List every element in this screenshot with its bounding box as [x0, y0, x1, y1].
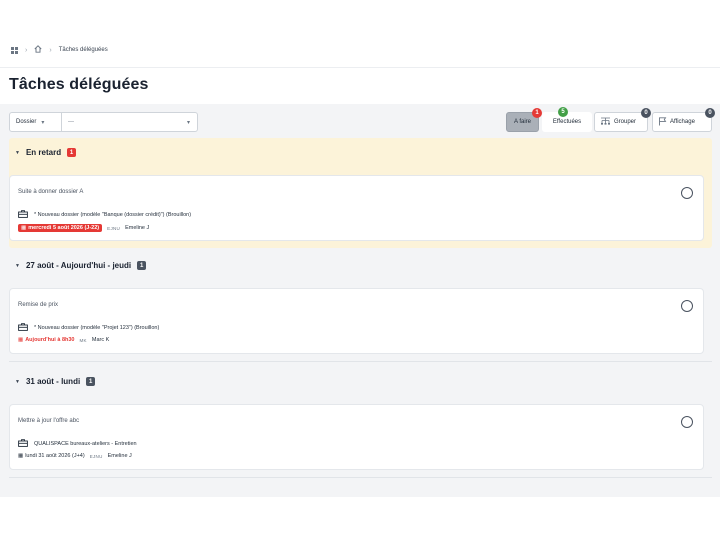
assignee-name: Emeline J [125, 225, 150, 231]
task-dossier-name[interactable]: QUALISPACE bureaux-ateliers - Entretien [34, 441, 137, 447]
complete-task-checkbox[interactable] [681, 187, 693, 199]
briefcase-icon [18, 439, 28, 449]
dossier-filter-value: --- [68, 119, 74, 125]
task-card[interactable]: Mettre à jour l'offre abc QUALISPACE bur… [9, 404, 704, 470]
task-meta: ▦ Aujourd'hui à 8h30 MK Marc K [18, 337, 109, 343]
task-meta: ▦ lundi 31 août 2026 (J+4) EJNU Emeline … [18, 453, 132, 459]
dossier-filter-select[interactable]: --- ▾ [62, 112, 198, 132]
task-dossier-name[interactable]: * Nouveau dossier (modèle "Projet 123") … [34, 325, 159, 331]
assignee-name: Marc K [91, 337, 110, 343]
chevron-down-icon: ▾ [41, 119, 45, 126]
task-due-date-text: Aujourd'hui à 8h30 [25, 337, 75, 343]
divider [9, 361, 712, 362]
group-count-badge: 1 [86, 377, 96, 386]
page-title: Tâches déléguées [9, 76, 149, 93]
complete-task-checkbox[interactable] [681, 416, 693, 428]
task-due-date: ▦ lundi 31 août 2026 (J+4) [18, 453, 85, 459]
affichage-button[interactable]: Affichage 0 [652, 108, 715, 132]
chevron-down-icon: ▼ [15, 378, 20, 385]
chevron-right-icon: › [49, 46, 52, 54]
group-title: 27 août - Aujourd'hui - jeudi [25, 261, 132, 270]
a-faire-count-badge: 1 [532, 108, 542, 118]
task-title: Suite à donner dossier A [18, 189, 84, 195]
home-icon[interactable] [34, 45, 42, 55]
briefcase-icon [18, 210, 28, 220]
apps-grid-icon[interactable] [11, 46, 18, 54]
assignee-initials: MK [79, 337, 87, 343]
group-header-en-retard[interactable]: ▼ En retard 1 [15, 148, 77, 157]
task-title: Mettre à jour l'offre abc [18, 418, 80, 424]
chevron-down-icon: ▾ [186, 120, 190, 126]
task-dossier: * Nouveau dossier (modèle "Banque (dossi… [18, 210, 191, 220]
tab-effectuees-label: Effectuées [552, 119, 582, 125]
dossier-select-label: Dossier [16, 119, 37, 125]
grouper-count-badge: 0 [641, 108, 651, 118]
toolbar: Dossier ▾ --- ▾ A faire 1 Effectuées 5 G… [9, 107, 715, 132]
flag-icon [658, 116, 667, 128]
calendar-icon: ▦ [21, 225, 27, 231]
affichage-label: Affichage [670, 119, 695, 125]
group-count-badge: 1 [137, 261, 147, 270]
effectuees-count-badge: 5 [558, 107, 568, 117]
task-dossier: QUALISPACE bureaux-ateliers - Entretien [18, 439, 137, 449]
group-header-31-aout[interactable]: ▼ 31 août - lundi 1 [15, 377, 96, 386]
task-due-date: ▦ Aujourd'hui à 8h30 [18, 337, 75, 343]
task-due-date: ▦ mercredi 5 août 2026 (J-22) [18, 224, 103, 232]
tab-effectuees[interactable]: Effectuées 5 [542, 107, 592, 132]
calendar-icon: ▦ [18, 337, 24, 343]
task-card[interactable]: Remise de prix * Nouveau dossier (modèle… [9, 288, 704, 354]
group-title: En retard [25, 148, 62, 157]
top-bar: › › Tâches déléguées [0, 0, 720, 68]
assignee-initials: EJNU [89, 453, 103, 459]
task-dossier: * Nouveau dossier (modèle "Projet 123") … [18, 323, 159, 333]
breadcrumb-current: Tâches déléguées [58, 47, 108, 53]
grouper-button[interactable]: Grouper 0 [594, 108, 651, 132]
breadcrumb: › › Tâches déléguées [11, 45, 108, 55]
group-icon [600, 117, 611, 127]
calendar-icon: ▦ [18, 453, 24, 459]
chevron-down-icon: ▼ [15, 149, 20, 156]
main-content: Dossier ▾ --- ▾ A faire 1 Effectuées 5 G… [0, 104, 720, 497]
briefcase-icon [18, 323, 28, 333]
group-title: 31 août - lundi [25, 377, 81, 386]
tab-a-faire-label: A faire [513, 119, 531, 125]
complete-task-checkbox[interactable] [681, 300, 693, 312]
task-title: Remise de prix [18, 302, 59, 308]
task-card[interactable]: Suite à donner dossier A * Nouveau dossi… [9, 175, 704, 241]
chevron-right-icon: › [25, 46, 28, 54]
chevron-down-icon: ▼ [15, 262, 20, 269]
assignee-initials: EJNU [107, 225, 121, 231]
grouper-label: Grouper [614, 119, 637, 125]
group-header-aujourdhui[interactable]: ▼ 27 août - Aujourd'hui - jeudi 1 [15, 261, 147, 270]
task-meta: ▦ mercredi 5 août 2026 (J-22) EJNU Emeli… [18, 224, 149, 232]
task-due-date-text: lundi 31 août 2026 (J+4) [25, 453, 85, 459]
task-dossier-name[interactable]: * Nouveau dossier (modèle "Banque (dossi… [34, 212, 191, 218]
group-count-badge: 1 [67, 148, 77, 157]
affichage-count-badge: 0 [705, 108, 715, 118]
assignee-name: Emeline J [107, 453, 132, 459]
tab-a-faire[interactable]: A faire 1 [506, 108, 542, 132]
task-due-date-text: mercredi 5 août 2026 (J-22) [28, 225, 100, 231]
dossier-type-select[interactable]: Dossier ▾ [9, 112, 62, 132]
divider [9, 477, 712, 478]
